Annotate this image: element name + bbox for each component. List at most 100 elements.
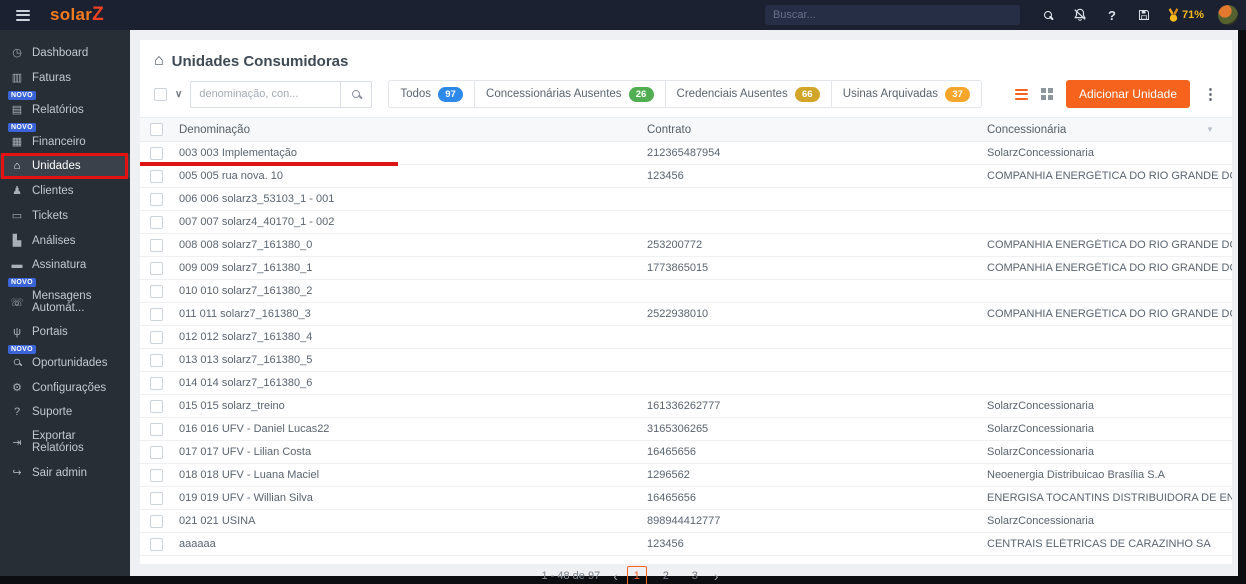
table-row[interactable]: 015 015 solarz_treino 161336262777 Solar… xyxy=(140,395,1232,418)
row-checkbox[interactable] xyxy=(150,261,163,275)
filter-tab-concessionarias-ausentes[interactable]: Concessionárias Ausentes 26 xyxy=(475,80,666,108)
row-checkbox[interactable] xyxy=(150,537,163,551)
filter-tab-todos[interactable]: Todos 97 xyxy=(388,80,476,108)
header-checkbox[interactable] xyxy=(150,123,163,136)
solarz-logo[interactable]: solarZ xyxy=(50,4,104,26)
row-checkbox[interactable] xyxy=(150,468,163,482)
table-row[interactable]: 008 008 solarz7_161380_0 253200772 COMPA… xyxy=(140,234,1232,257)
filter-funnel-icon[interactable]: ▼ xyxy=(1206,125,1232,134)
sidebar-item-oportunidades[interactable]: NOVO Oportunidades xyxy=(0,344,130,375)
prev-page-icon[interactable]: ‹ xyxy=(613,568,618,584)
chevron-down-icon[interactable]: ∨ xyxy=(175,89,182,100)
sidebar-item-assinatura[interactable]: ▬ Assinatura xyxy=(0,253,130,277)
table-row[interactable]: aaaaaa 123456 CENTRAIS ELÉTRICAS DE CARA… xyxy=(140,533,1232,556)
sidebar-item-portais[interactable]: ψ Portais xyxy=(0,320,130,344)
row-checkbox[interactable] xyxy=(150,445,163,459)
table-row[interactable]: 016 016 UFV - Daniel Lucas22 3165306265 … xyxy=(140,418,1232,441)
row-checkbox[interactable] xyxy=(150,399,163,413)
sidebar-item-configuracoes[interactable]: ⚙ Configurações xyxy=(0,375,130,400)
page-button-3[interactable]: 3 xyxy=(685,566,705,584)
row-checkbox[interactable] xyxy=(150,330,163,344)
table-row[interactable]: 007 007 solarz4_40170_1 - 002 xyxy=(140,211,1232,234)
column-header-concessionaria[interactable]: Concessionária xyxy=(987,124,1206,136)
cell-denominacao[interactable]: 005 005 rua nova. 10 xyxy=(179,170,647,182)
page-button-1[interactable]: 1 xyxy=(626,566,647,584)
score-indicator[interactable]: 71% xyxy=(1168,8,1204,22)
user-avatar[interactable] xyxy=(1218,5,1238,25)
cell-denominacao[interactable]: 011 011 solarz7_161380_3 xyxy=(179,308,647,320)
table-row[interactable]: 019 019 UFV - Willian Silva 16465656 ENE… xyxy=(140,487,1232,510)
sidebar-item-suporte[interactable]: ? Suporte xyxy=(0,400,130,424)
save-icon[interactable] xyxy=(1136,7,1152,23)
sidebar-item-analises[interactable]: ▙ Análises xyxy=(0,228,130,253)
table-row[interactable]: 010 010 solarz7_161380_2 xyxy=(140,280,1232,303)
filter-tab-credenciais-ausentes[interactable]: Credenciais Ausentes 66 xyxy=(665,80,832,108)
cell-denominacao[interactable]: 012 012 solarz7_161380_4 xyxy=(179,331,647,343)
cell-denominacao[interactable]: 009 009 solarz7_161380_1 xyxy=(179,262,647,274)
cell-denominacao[interactable]: 008 008 solarz7_161380_0 xyxy=(179,239,647,251)
notifications-muted-icon[interactable] xyxy=(1072,7,1088,23)
sidebar-item-dashboard[interactable]: ◷ Dashboard xyxy=(0,40,130,65)
table-row[interactable]: 009 009 solarz7_161380_1 1773865015 COMP… xyxy=(140,257,1232,280)
table-row[interactable]: 012 012 solarz7_161380_4 xyxy=(140,326,1232,349)
sidebar-item-mensagens-automaticas[interactable]: NOVO ☏ Mensagens Automát... xyxy=(0,277,130,320)
column-header-contrato[interactable]: Contrato xyxy=(647,124,987,136)
table-row[interactable]: 021 021 USINA 898944412777 SolarzConcess… xyxy=(140,510,1232,533)
cell-denominacao[interactable]: 021 021 USINA xyxy=(179,515,647,527)
table-row[interactable]: 017 017 UFV - Lilian Costa 16465656 Sola… xyxy=(140,441,1232,464)
sidebar-item-clientes[interactable]: ♟ Clientes xyxy=(0,178,130,203)
row-checkbox[interactable] xyxy=(150,146,163,160)
table-row[interactable]: 018 018 UFV - Luana Maciel 1296562 Neoen… xyxy=(140,464,1232,487)
table-row[interactable]: 014 014 solarz7_161380_6 xyxy=(140,372,1232,395)
table-row[interactable]: 011 011 solarz7_161380_3 2522938010 COMP… xyxy=(140,303,1232,326)
row-checkbox[interactable] xyxy=(150,307,163,321)
cell-denominacao[interactable]: 006 006 solarz3_53103_1 - 001 xyxy=(179,193,647,205)
sidebar-item-tickets[interactable]: ▭ Tickets xyxy=(0,203,130,228)
sidebar-item-unidades[interactable]: ⌂ Unidades xyxy=(0,153,130,179)
next-page-icon[interactable]: › xyxy=(714,568,719,584)
row-checkbox[interactable] xyxy=(150,376,163,390)
table-row[interactable]: 013 013 solarz7_161380_5 xyxy=(140,349,1232,372)
global-search-input[interactable] xyxy=(764,5,1020,25)
select-all-checkbox[interactable] xyxy=(154,87,167,101)
table-row[interactable]: 005 005 rua nova. 10 123456 COMPANHIA EN… xyxy=(140,165,1232,188)
row-checkbox[interactable] xyxy=(150,422,163,436)
help-icon[interactable]: ? xyxy=(1104,7,1120,23)
row-checkbox[interactable] xyxy=(150,284,163,298)
cell-denominacao[interactable]: 010 010 solarz7_161380_2 xyxy=(179,285,647,297)
cell-denominacao[interactable]: 019 019 UFV - Willian Silva xyxy=(179,492,647,504)
cell-denominacao[interactable]: 016 016 UFV - Daniel Lucas22 xyxy=(179,423,647,435)
cell-denominacao[interactable]: 007 007 solarz4_40170_1 - 002 xyxy=(179,216,647,228)
sidebar-item-financeiro[interactable]: NOVO ▦ Financeiro xyxy=(0,122,130,154)
column-header-denominacao[interactable]: Denominação xyxy=(179,124,647,136)
row-checkbox[interactable] xyxy=(150,169,163,183)
table-search-input[interactable] xyxy=(190,80,341,108)
cell-denominacao[interactable]: 014 014 solarz7_161380_6 xyxy=(179,377,647,389)
table-row[interactable]: 003 003 Implementação 212365487954 Solar… xyxy=(140,142,1232,166)
page-button-2[interactable]: 2 xyxy=(656,566,676,584)
kebab-menu-icon[interactable]: ⋮ xyxy=(1203,85,1218,103)
row-checkbox[interactable] xyxy=(150,491,163,505)
sidebar-item-faturas[interactable]: ▥ Faturas xyxy=(0,65,130,90)
row-checkbox[interactable] xyxy=(150,353,163,367)
filter-tab-usinas-arquivadas[interactable]: Usinas Arquivadas 37 xyxy=(831,80,983,108)
grid-view-icon[interactable] xyxy=(1040,88,1053,100)
add-unit-button[interactable]: Adicionar Unidade xyxy=(1065,80,1190,108)
sidebar-item-relatorios[interactable]: NOVO ▤ Relatórios xyxy=(0,90,130,122)
cell-denominacao[interactable]: 015 015 solarz_treino xyxy=(179,400,647,412)
table-search-button[interactable] xyxy=(340,80,373,108)
row-checkbox[interactable] xyxy=(150,215,163,229)
cell-denominacao[interactable]: aaaaaa xyxy=(179,538,647,550)
cell-denominacao[interactable]: 003 003 Implementação xyxy=(179,147,647,159)
row-checkbox[interactable] xyxy=(150,192,163,206)
row-checkbox[interactable] xyxy=(150,238,163,252)
sidebar-item-exportar-relatorios[interactable]: ⇥ Exportar Relatórios xyxy=(0,424,130,460)
search-icon[interactable] xyxy=(1040,7,1056,23)
sidebar-item-sair-admin[interactable]: ↪ Sair admin xyxy=(0,460,130,485)
hamburger-menu-icon[interactable] xyxy=(16,7,30,23)
row-checkbox[interactable] xyxy=(150,514,163,528)
table-row[interactable]: 006 006 solarz3_53103_1 - 001 xyxy=(140,188,1232,211)
cell-denominacao[interactable]: 018 018 UFV - Luana Maciel xyxy=(179,469,647,481)
cell-denominacao[interactable]: 017 017 UFV - Lilian Costa xyxy=(179,446,647,458)
list-view-icon[interactable] xyxy=(1014,88,1028,100)
